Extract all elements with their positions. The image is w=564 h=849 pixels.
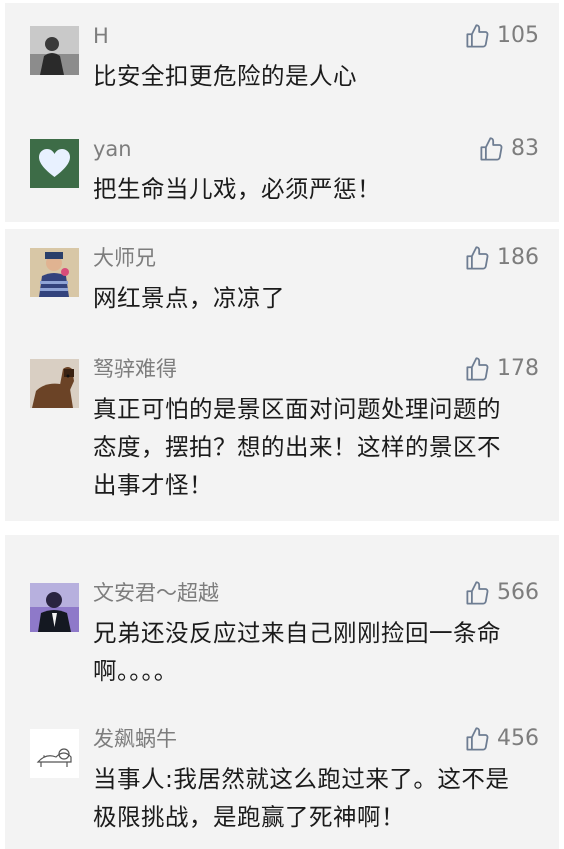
avatar[interactable]	[30, 583, 79, 632]
comment-text: 网红景点，凉凉了	[93, 284, 285, 312]
comment-card: 大师兄 186 网红景点，凉凉了 驽骍难得 178 真正可怕的是景区面对问题处理…	[5, 229, 559, 521]
like-count: 105	[497, 23, 539, 48]
comment-text: 比安全扣更危险的是人心	[93, 62, 357, 90]
thumbs-up-icon	[480, 136, 503, 161]
avatar-image	[30, 729, 79, 778]
like-button[interactable]: 566	[464, 578, 539, 608]
comment-card: H 105 比安全扣更危险的是人心 yan 83 把生命当儿戏，必须严惩！	[5, 3, 559, 222]
comment-text: 真正可怕的是景区面对问题处理问题的 态度，摆拍？想的出来！这样的景区不 出事才怪…	[93, 395, 501, 499]
comment-feed: H 105 比安全扣更危险的是人心 yan 83 把生命当儿戏，必须严惩！ 大师…	[0, 0, 564, 849]
like-count: 456	[497, 726, 539, 751]
comment-text: 把生命当儿戏，必须严惩！	[93, 175, 381, 203]
username[interactable]: yan	[93, 136, 132, 162]
username[interactable]: 文安君～超越	[93, 580, 219, 606]
avatar-image	[30, 139, 79, 188]
avatar-image	[30, 26, 79, 75]
like-button[interactable]: 186	[464, 243, 539, 273]
thumbs-up-icon	[466, 726, 489, 751]
avatar[interactable]	[30, 26, 79, 75]
avatar-image	[30, 248, 79, 297]
like-count: 186	[497, 245, 539, 270]
username[interactable]: 驽骍难得	[93, 356, 177, 382]
like-count: 566	[497, 580, 539, 605]
like-button[interactable]: 105	[464, 21, 539, 51]
avatar[interactable]	[30, 139, 79, 188]
thumbs-up-icon	[466, 23, 489, 48]
comment-card: 文安君～超越 566 兄弟还没反应过来自己刚刚捡回一条命 啊。。。。 发飙蜗牛 …	[5, 535, 559, 849]
avatar-image	[30, 583, 79, 632]
avatar[interactable]	[30, 248, 79, 297]
like-button[interactable]: 178	[464, 354, 539, 384]
avatar-image	[30, 359, 79, 408]
thumbs-up-icon	[466, 580, 489, 605]
like-count: 178	[497, 356, 539, 381]
like-button[interactable]: 456	[464, 724, 539, 754]
username[interactable]: H	[93, 23, 109, 49]
username[interactable]: 大师兄	[93, 245, 156, 271]
like-count: 83	[511, 136, 539, 161]
avatar[interactable]	[30, 359, 79, 408]
comment-text: 当事人:我居然就这么跑过来了。这不是 极限挑战，是跑赢了死神啊！	[93, 765, 510, 831]
thumbs-up-icon	[466, 356, 489, 381]
username[interactable]: 发飙蜗牛	[93, 726, 177, 752]
thumbs-up-icon	[466, 245, 489, 270]
comment-text: 兄弟还没反应过来自己刚刚捡回一条命 啊。。。。	[93, 619, 501, 685]
avatar[interactable]	[30, 729, 79, 778]
like-button[interactable]: 83	[478, 134, 539, 164]
